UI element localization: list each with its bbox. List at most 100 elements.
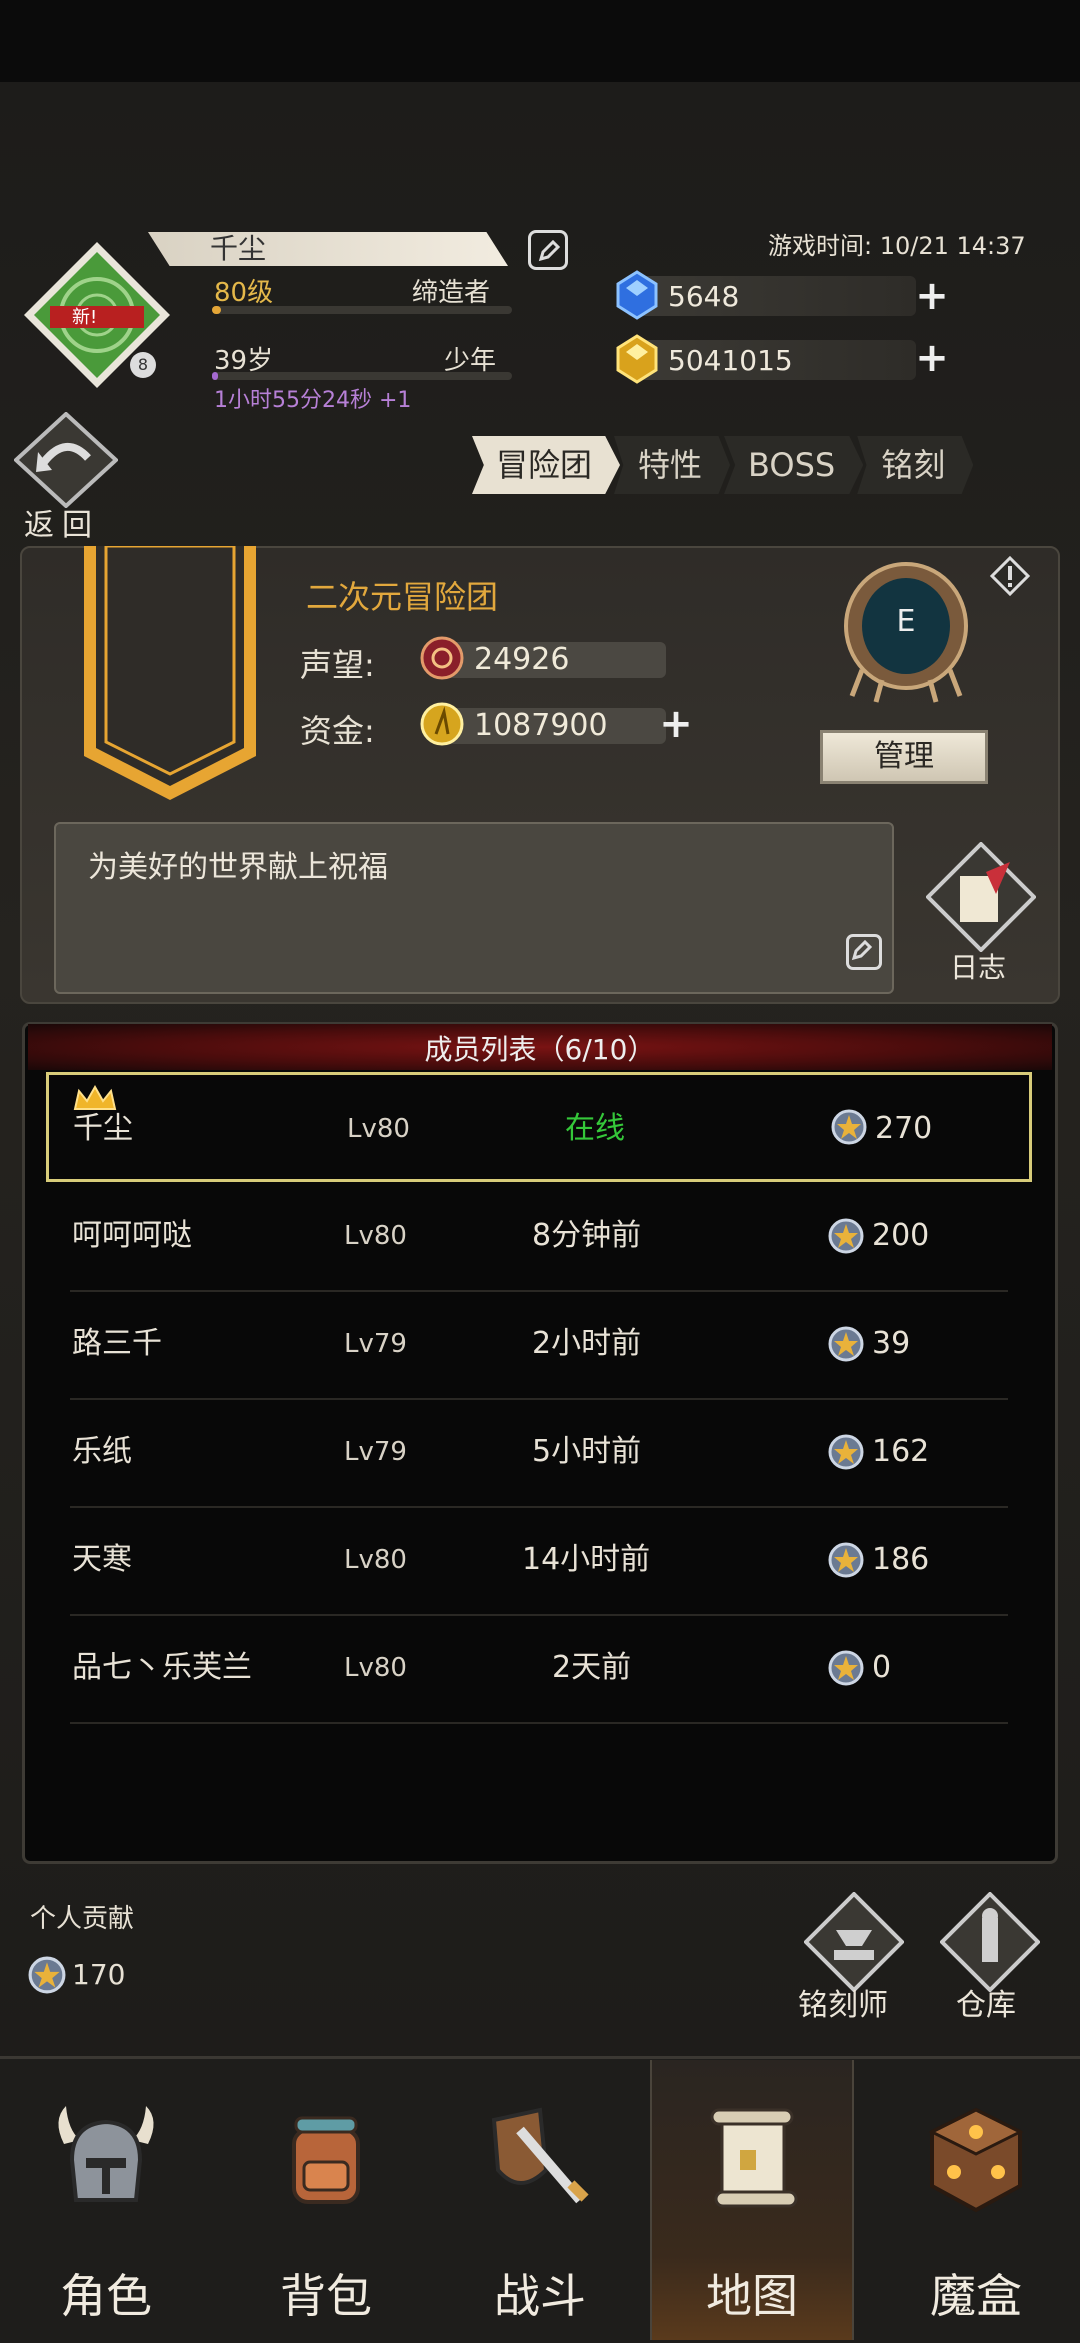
tab-engrave[interactable]: 铭刻 [857,436,974,494]
info-icon[interactable] [989,555,1031,597]
player-name: 千尘 [210,232,267,265]
nav-label: 魔盒 [930,2269,1022,2323]
member-status: 2天前 [552,1650,632,1685]
sword-shield-icon [491,2107,589,2204]
tab-traits[interactable]: 特性 [614,436,731,494]
member-row[interactable]: 路三千 Lv79 2小时前 39 [70,1290,1008,1400]
age-progress-fill [212,372,218,380]
member-row[interactable]: 呵呵呵哒 Lv80 8分钟前 200 [70,1182,1008,1292]
avatar-new-badge: 新! [72,307,98,328]
age-timer: 1小时55分24秒 +1 [214,388,412,413]
member-level: Lv80 [344,1221,407,1251]
add-funds-button[interactable]: + [658,704,694,744]
member-contribution: 270 [875,1111,933,1146]
personal-contribution-label: 个人贡献 [30,1904,135,1934]
member-contribution: 39 [872,1326,911,1361]
tab-boss[interactable]: BOSS [724,436,864,494]
gem-value: 5648 [668,280,740,313]
member-contribution: 186 [872,1542,930,1577]
nav-label: 背包 [280,2269,372,2323]
contribution-coin-icon [828,1542,864,1578]
helmet-icon [58,2106,154,2202]
nav-battle[interactable]: 战斗 [440,2060,640,2340]
age-progress-bar [212,372,512,380]
member-name: 路三千 [72,1326,162,1361]
member-list-title: 成员列表（6/10） [424,1033,656,1066]
member-status: 14小时前 [522,1542,651,1577]
name-plate [148,232,508,266]
avatar-level-badge: 8 [130,352,156,378]
game-time: 游戏时间: 10/21 14:37 [768,232,1026,260]
member-name: 乐纸 [72,1434,132,1469]
member-row[interactable]: 品七丶乐芙兰 Lv80 2天前 0 [70,1614,1008,1724]
player-class: 缔造者 [412,278,491,308]
warehouse-label: 仓库 [956,1988,1016,2023]
funds-value: 1087900 [474,708,608,743]
member-level: Lv80 [347,1114,410,1144]
member-contribution: 0 [872,1650,892,1685]
tab-adventure-group[interactable]: 冒险团 [472,436,621,494]
back-label: 返回 [24,508,100,543]
gold-coin-icon [420,702,464,746]
guild-emblem[interactable]: E [842,560,970,704]
edit-name-icon[interactable] [528,230,568,270]
member-contribution: 162 [872,1434,930,1469]
contribution-coin-icon [828,1650,864,1686]
member-status: 5小时前 [532,1434,642,1469]
member-name: 千尘 [73,1111,133,1146]
member-status: 2小时前 [532,1326,642,1361]
contribution-coin-icon [828,1434,864,1470]
member-level: Lv79 [344,1329,407,1359]
reputation-label: 声望: [300,646,375,684]
warehouse-button[interactable] [939,1891,1041,1993]
member-name: 呵呵呵哒 [72,1218,192,1253]
blue-gem-icon [616,270,658,320]
backpack-icon [292,2116,360,2204]
reputation-value: 24926 [474,642,570,677]
member-contribution: 200 [872,1218,930,1253]
gold-gem-icon [616,334,658,384]
nav-label: 战斗 [494,2269,586,2323]
member-name: 品七丶乐芙兰 [72,1650,252,1685]
log-scroll-icon[interactable] [925,841,1037,953]
guild-banner [84,546,256,800]
nav-magic-box[interactable]: 魔盒 [876,2060,1076,2340]
manage-button[interactable]: 管理 [820,730,988,784]
edit-motto-icon[interactable] [846,934,882,970]
level-progress-fill [212,306,221,314]
nav-label: 角色 [60,2269,152,2323]
player-level: 80级 [214,278,274,308]
status-bar [0,0,1080,82]
member-level: Lv80 [344,1545,407,1575]
nav-label: 地图 [706,2269,798,2323]
member-row[interactable]: 乐纸 Lv79 5小时前 162 [70,1398,1008,1508]
magic-cube-icon [928,2107,1024,2213]
add-gold-button[interactable]: + [914,338,950,378]
member-level: Lv80 [344,1653,407,1683]
reputation-medal-icon [420,636,464,680]
member-name: 天寒 [72,1542,132,1577]
nav-backpack[interactable]: 背包 [226,2060,426,2340]
funds-label: 资金: [300,712,375,750]
contribution-coin-icon [28,1956,66,1994]
engraver-label: 铭刻师 [798,1988,888,2023]
level-progress-bar [212,306,512,314]
add-gems-button[interactable]: + [914,276,950,316]
guild-name: 二次元冒险团 [306,578,499,616]
contribution-coin-icon [828,1326,864,1362]
contribution-coin-icon [828,1218,864,1254]
guild-motto: 为美好的世界献上祝福 [88,850,388,885]
emblem-letter: E [896,604,916,639]
contribution-coin-icon [831,1109,867,1145]
player-avatar[interactable]: 新! 8 [22,240,172,390]
gold-value: 5041015 [668,344,793,377]
nav-map[interactable]: 地图 [650,2060,854,2340]
nav-character[interactable]: 角色 [6,2060,206,2340]
member-row[interactable]: 天寒 Lv80 14小时前 186 [70,1506,1008,1616]
tab-bar: 冒险团 特性 BOSS 铭刻 [472,436,974,494]
log-label: 日志 [950,951,1007,984]
member-status: 8分钟前 [532,1218,642,1253]
member-row[interactable]: 千尘 Lv80 在线 270 [46,1072,1032,1182]
member-level: Lv79 [344,1437,407,1467]
engraver-button[interactable] [803,1891,905,1993]
